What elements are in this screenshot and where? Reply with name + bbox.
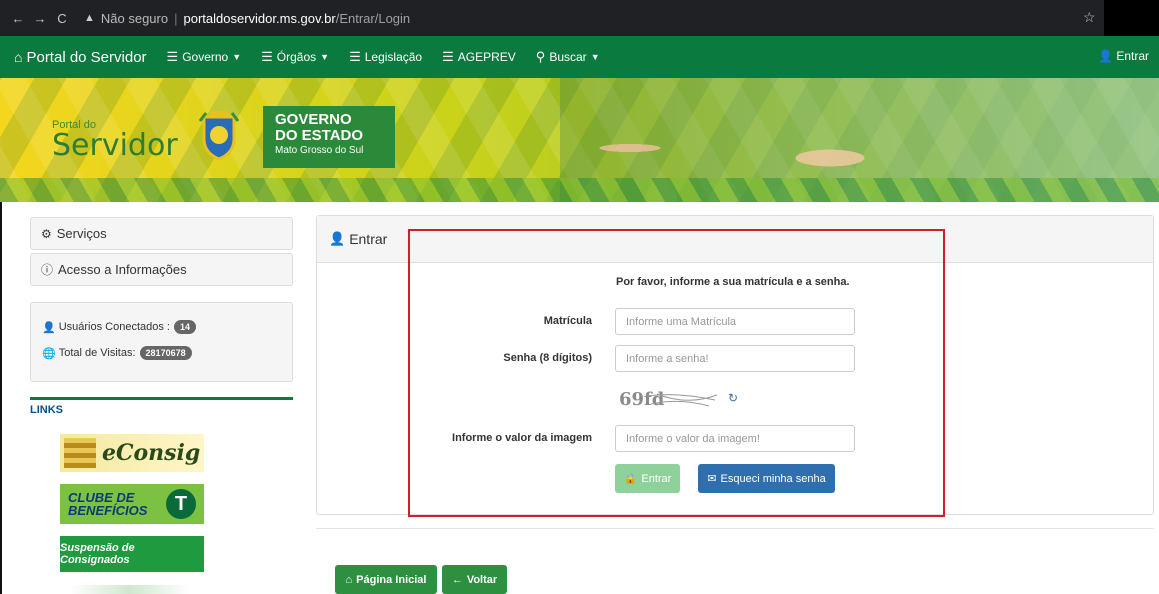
nav-label: Órgãos: [276, 50, 317, 64]
nav-brand[interactable]: ⌂ Portal do Servidor: [14, 49, 147, 66]
forward-icon[interactable]: →: [30, 11, 50, 26]
econsig-logo-icon: [64, 438, 96, 468]
arrow-left-icon: ←: [451, 573, 463, 586]
list-icon: ☰: [261, 49, 273, 64]
stats-panel: 👤 Usuários Conectados : 14 🌐 Total de Vi…: [30, 302, 293, 382]
home-page-button[interactable]: ⌂ Página Inicial: [335, 565, 437, 594]
link-suspensao-consignados[interactable]: Suspensão de Consignados: [60, 536, 204, 572]
reload-icon[interactable]: C: [52, 11, 72, 26]
nav-label: AGEPREV: [457, 50, 516, 64]
caret-down-icon: ▼: [320, 52, 330, 62]
url-path: /Entrar/Login: [335, 10, 411, 26]
clube-logo-icon: T: [166, 489, 196, 519]
window-edge: [0, 202, 2, 594]
nav-orgaos[interactable]: ☰ Órgãos ▼: [261, 49, 329, 65]
address-bar[interactable]: ▲ Não seguro | portaldoservidor.ms.gov.b…: [84, 5, 1084, 31]
sidebar-item-label: Acesso a Informações: [58, 262, 187, 277]
nav-login-label: Entrar: [1116, 49, 1149, 63]
info-icon: ⓘ: [41, 263, 54, 277]
nav-governo[interactable]: ☰ Governo ▼: [167, 49, 242, 65]
back-button[interactable]: ← Voltar: [442, 565, 507, 594]
partial-link-logo[interactable]: [70, 585, 190, 594]
bookmark-star-icon[interactable]: ☆: [1083, 9, 1096, 26]
redacted-area: [1104, 0, 1159, 36]
nav-label: Governo: [182, 50, 229, 64]
search-icon: ⚲: [535, 49, 546, 64]
links-divider: [30, 397, 293, 400]
list-icon: ☰: [349, 49, 361, 64]
highlight-rectangle: [408, 229, 945, 517]
gear-icon: ⚙: [41, 226, 52, 241]
brand-label: Portal do Servidor: [26, 48, 147, 66]
nav-label: Buscar: [549, 50, 587, 64]
main-navbar: ⌂ Portal do Servidor ☰ Governo ▼ ☰ Órgão…: [0, 36, 1159, 78]
warning-icon: ▲: [84, 12, 95, 24]
total-visits-badge: 28170678: [139, 346, 192, 360]
back-icon[interactable]: ←: [8, 11, 28, 26]
nav-ageprev[interactable]: ☰ AGEPREV: [442, 49, 516, 65]
nav-legislacao[interactable]: ☰ Legislação: [349, 49, 422, 65]
users-connected-label: Usuários Conectados :: [58, 321, 170, 333]
caret-down-icon: ▼: [232, 52, 242, 62]
user-icon: 👤: [329, 231, 346, 246]
globe-icon: 🌐: [42, 347, 56, 360]
url-domain: portaldoservidor.ms.gov.br: [183, 10, 336, 26]
state-coat-of-arms-icon: [198, 111, 240, 161]
browser-toolbar: ← → C ▲ Não seguro | portaldoservidor.ms…: [0, 0, 1159, 36]
user-icon: 👤: [1098, 49, 1114, 63]
home-icon: ⌂: [14, 49, 23, 65]
login-panel-title: Entrar: [349, 231, 388, 247]
sidebar-item-acesso[interactable]: ⓘ Acesso a Informações: [30, 253, 293, 286]
caret-down-icon: ▼: [590, 52, 600, 62]
total-visits-label: Total de Visitas:: [58, 347, 136, 359]
government-logo: GOVERNO DO ESTADO Mato Grosso do Sul: [263, 106, 395, 168]
not-secure-label: Não seguro: [100, 10, 169, 26]
user-icon: 👤: [42, 321, 56, 334]
list-icon: ☰: [442, 49, 454, 64]
link-clube-beneficios[interactable]: CLUBE DE BENEFÍCIOS T: [60, 484, 204, 524]
portal-logo[interactable]: Portal do Servidor: [52, 119, 178, 161]
home-icon: ⌂: [345, 573, 353, 586]
nav-label: Legislação: [364, 50, 423, 64]
link-econsig[interactable]: eConsig: [60, 434, 204, 472]
sidebar-item-servicos[interactable]: ⚙ Serviços: [30, 217, 293, 250]
list-icon: ☰: [166, 49, 179, 64]
nav-buscar[interactable]: ⚲ Buscar ▼: [536, 49, 600, 65]
nav-login[interactable]: 👤 Entrar: [1098, 49, 1149, 63]
sidebar-item-label: Serviços: [56, 226, 107, 241]
users-connected-badge: 14: [173, 320, 196, 334]
divider: [316, 528, 1154, 529]
links-title: LINKS: [30, 404, 63, 416]
